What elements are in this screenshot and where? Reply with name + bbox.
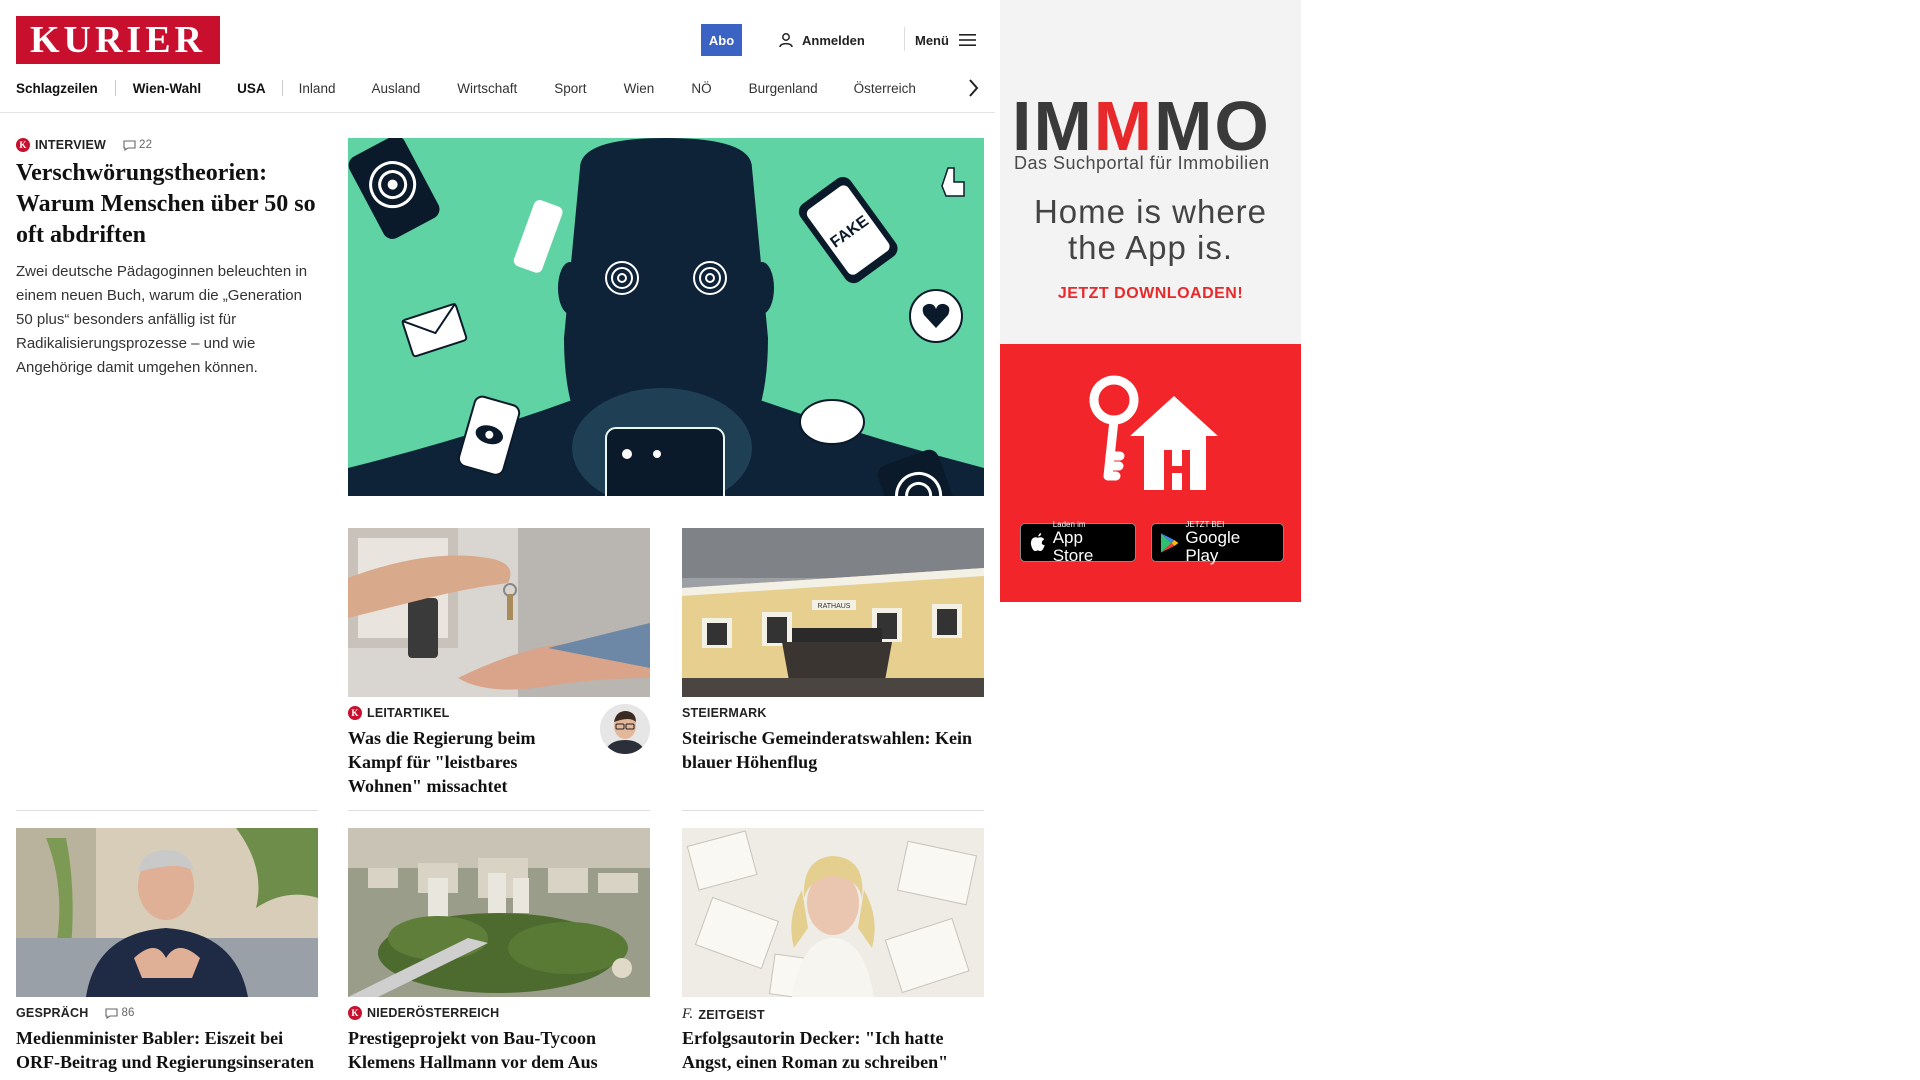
- keys-handover-photo: [348, 528, 650, 697]
- row-divider: [16, 810, 318, 811]
- article-image-aerial[interactable]: [348, 828, 650, 997]
- app-store-button[interactable]: Laden im App Store: [1020, 520, 1136, 565]
- nav-item-ausland[interactable]: Ausland: [371, 81, 420, 96]
- article-headline[interactable]: Was die Regierung beim Kampf für "leistb…: [348, 726, 588, 798]
- lead-kicker-label: Interview: [35, 138, 107, 152]
- lead-kicker: K Interview 22: [16, 138, 152, 152]
- immmo-ad[interactable]: IMMMO Das Suchportal für Immobilien Home…: [1000, 0, 1301, 602]
- google-play-text: JETZT BEI Google Play: [1185, 520, 1275, 565]
- article-image-rathaus[interactable]: RATHAUS: [682, 528, 984, 697]
- lead-image[interactable]: FAKE: [348, 138, 984, 496]
- login-label: Anmelden: [802, 32, 865, 48]
- comment-icon: [105, 1007, 119, 1019]
- article-kicker: Steiermark: [682, 706, 767, 720]
- google-play-big: Google Play: [1185, 528, 1241, 565]
- row-divider: [682, 810, 984, 811]
- author-avatar[interactable]: [600, 704, 650, 754]
- hamburger-icon: [958, 34, 976, 46]
- nav-item-noe[interactable]: NÖ: [691, 81, 711, 96]
- app-store-text: Laden im App Store: [1053, 520, 1127, 565]
- ad-claim-line: the App is.: [1067, 229, 1234, 266]
- lead-comment-count: 22: [139, 139, 153, 151]
- article-kicker: K Niederösterreich: [348, 1006, 499, 1020]
- aerial-town-photo: [348, 828, 650, 997]
- abo-button[interactable]: Abo: [701, 24, 742, 56]
- article-kicker-label: Leitartikel: [367, 706, 450, 720]
- nav-divider: [281, 80, 283, 96]
- minister-photo: [16, 828, 318, 997]
- header-border: [0, 112, 995, 113]
- nav-item-sport[interactable]: Sport: [554, 81, 586, 96]
- article-comment-count: 86: [121, 1007, 135, 1019]
- lead-headline[interactable]: Verschwörungstheorien: Warum Menschen üb…: [16, 158, 316, 251]
- article-comments[interactable]: 86: [105, 1007, 134, 1019]
- article-kicker: Gespräch 86: [16, 1006, 135, 1020]
- article-image-babler[interactable]: [16, 828, 318, 997]
- nav-item-burgenland[interactable]: Burgenland: [749, 81, 818, 96]
- zeitgeist-icon: f.: [682, 1006, 694, 1022]
- menu-button[interactable]: Menü: [915, 28, 976, 52]
- login-button[interactable]: Anmelden: [778, 28, 865, 52]
- section-nav: Schlagzeilen Wien-Wahl USA Inland Auslan…: [16, 78, 916, 98]
- author-with-books-photo: [682, 828, 984, 997]
- conspiracy-illustration: FAKE: [348, 138, 984, 496]
- ad-subtitle: Das Suchportal für Immobilien: [1014, 153, 1270, 173]
- nav-item-wirtschaft[interactable]: Wirtschaft: [457, 81, 517, 96]
- key-house-icon: [1089, 375, 1218, 490]
- article-headline[interactable]: Prestigeprojekt von Bau-Tycoon Klemens H…: [348, 1026, 648, 1074]
- nav-item-wien-wahl[interactable]: Wien-Wahl: [133, 81, 201, 96]
- nav-item-inland[interactable]: Inland: [299, 81, 336, 96]
- article-kicker: f. Zeitgeist: [682, 1006, 765, 1023]
- row-divider: [348, 810, 650, 811]
- google-play-button[interactable]: JETZT BEI Google Play: [1151, 520, 1284, 565]
- nav-item-schlagzeilen[interactable]: Schlagzeilen: [16, 81, 98, 96]
- article-kicker-label: Steiermark: [682, 706, 767, 720]
- article-kicker-label: Zeitgeist: [698, 1007, 765, 1022]
- town-hall-photo: RATHAUS: [682, 528, 984, 697]
- author-photo: [600, 704, 650, 754]
- rathaus-sign: RATHAUS: [818, 603, 851, 610]
- ad-claim-line: Home is where: [1033, 193, 1268, 230]
- article-headline[interactable]: Erfolgsautorin Decker: "Ich hatte Angst,…: [682, 1026, 982, 1074]
- lead-comments[interactable]: 22: [123, 139, 152, 151]
- kurier-plus-icon: K: [16, 138, 30, 152]
- nav-item-usa[interactable]: USA: [237, 81, 266, 96]
- kurier-plus-icon: K: [348, 706, 362, 720]
- article-image-keys[interactable]: [348, 528, 650, 697]
- kurier-logo[interactable]: KURIER: [16, 16, 220, 64]
- article-image-decker[interactable]: [682, 828, 984, 997]
- ad-download-cta[interactable]: JETZT DOWNLOADEN!: [1000, 285, 1301, 303]
- google-play-icon: [1160, 532, 1179, 553]
- nav-item-oesterreich[interactable]: Österreich: [854, 81, 916, 96]
- user-icon: [779, 33, 793, 48]
- app-store-big: App Store: [1052, 528, 1094, 565]
- menu-label: Menü: [915, 32, 949, 48]
- article-headline[interactable]: Medienminister Babler: Eiszeit bei ORF-B…: [16, 1026, 316, 1074]
- ad-claim: Home is where the App is.: [1000, 194, 1301, 266]
- article-kicker: K Leitartikel: [348, 706, 450, 720]
- comment-icon: [123, 139, 136, 151]
- kurier-plus-icon: K: [348, 1006, 362, 1020]
- lead-teaser-text: Zwei deutsche Pädagoginnen beleuchten in…: [16, 263, 308, 376]
- article-kicker-label: Niederösterreich: [367, 1006, 500, 1020]
- nav-divider: [114, 80, 116, 96]
- article-headline[interactable]: Steirische Gemeinderatswahlen: Kein blau…: [682, 726, 982, 774]
- chevron-right-icon[interactable]: [964, 77, 982, 99]
- article-kicker-label: Gespräch: [16, 1006, 89, 1020]
- header-divider: [904, 27, 905, 51]
- apple-icon: [1030, 532, 1045, 551]
- nav-item-wien[interactable]: Wien: [624, 81, 655, 96]
